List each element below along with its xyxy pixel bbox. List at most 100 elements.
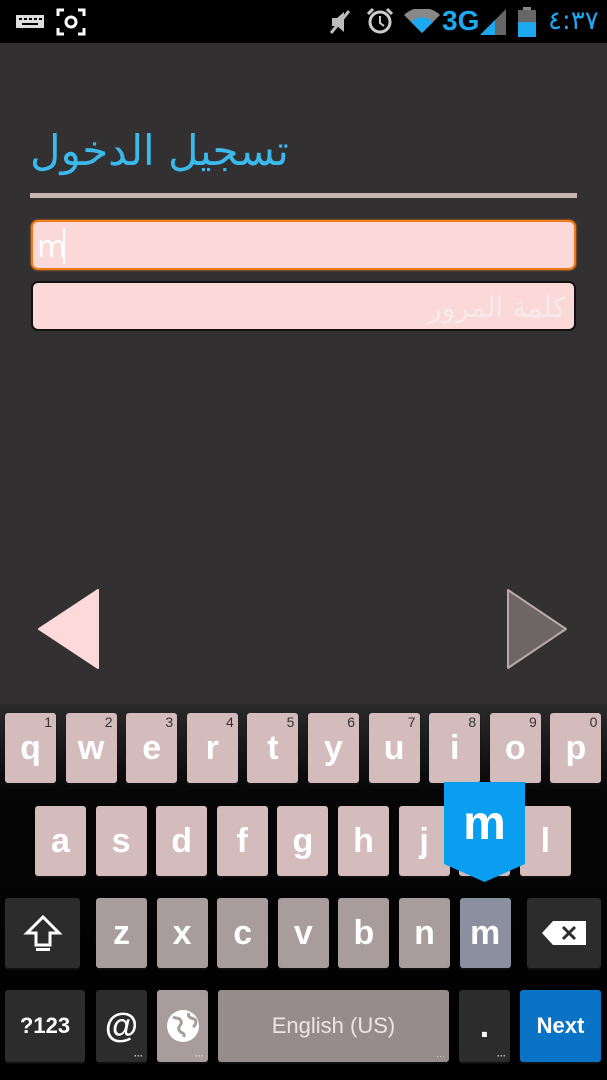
status-bar: 3G ٤:٣٧: [0, 0, 607, 43]
keyboard-icon: [16, 15, 44, 28]
key-label: ?123: [19, 1013, 71, 1038]
key-c[interactable]: c: [217, 898, 269, 968]
key-y[interactable]: y6: [308, 713, 359, 783]
symbols-key[interactable]: ?123: [5, 990, 85, 1062]
key-label: p: [565, 728, 587, 767]
key-f[interactable]: f: [216, 806, 268, 876]
key-l[interactable]: l: [519, 806, 571, 876]
key-h[interactable]: h: [338, 806, 389, 876]
key-label: x: [172, 913, 192, 952]
key-label: d: [171, 821, 193, 860]
clock: ٤:٣٧: [548, 6, 599, 36]
key-label: a: [51, 821, 70, 860]
key-e[interactable]: e3: [126, 713, 178, 783]
key-r[interactable]: r4: [186, 713, 238, 783]
key-q[interactable]: q1: [5, 713, 56, 783]
key-label: n: [414, 913, 435, 952]
key-label: o: [504, 728, 526, 767]
space-key[interactable]: English (US) ···: [218, 990, 449, 1062]
more-keys-indicator: ···: [134, 1051, 143, 1061]
key-a[interactable]: a: [35, 806, 86, 876]
key-t[interactable]: t5: [247, 713, 299, 783]
screenshot-icon: [56, 8, 86, 36]
arrow-right-icon[interactable]: [506, 588, 568, 670]
alarm-icon: [366, 7, 394, 34]
key-i[interactable]: i8: [429, 713, 481, 783]
key-label: q: [20, 728, 41, 767]
backspace-key[interactable]: [527, 898, 601, 968]
key-label: c: [233, 913, 253, 952]
period-key[interactable]: . ···: [459, 990, 510, 1062]
key-label: f: [236, 821, 248, 860]
backspace-icon: [542, 921, 586, 945]
key-label: r: [205, 728, 219, 767]
key-label: g: [292, 821, 314, 860]
key-label: e: [142, 728, 162, 767]
more-keys-indicator: ···: [195, 1051, 204, 1061]
battery-icon: [518, 7, 536, 37]
key-m[interactable]: m: [459, 898, 511, 968]
key-n[interactable]: n: [399, 898, 450, 968]
key-label: z: [113, 913, 130, 952]
key-hint: 7: [407, 714, 416, 730]
next-key[interactable]: Next: [520, 990, 601, 1062]
key-w[interactable]: w2: [65, 713, 117, 783]
key-hint: 1: [44, 714, 52, 730]
key-hint: 9: [529, 714, 537, 730]
key-label: English (US): [271, 1013, 396, 1038]
password-placeholder: كلمة المرور: [428, 291, 566, 324]
key-j[interactable]: j: [398, 806, 450, 876]
key-o[interactable]: o9: [489, 713, 541, 783]
key-label: i: [449, 728, 460, 767]
key-s[interactable]: s: [95, 806, 147, 876]
key-u[interactable]: u7: [368, 713, 420, 783]
key-label: u: [383, 728, 405, 767]
key-label: l: [540, 821, 551, 860]
more-keys-indicator: ···: [436, 1051, 445, 1061]
username-input[interactable]: m: [31, 220, 576, 270]
shift-key[interactable]: [5, 898, 80, 968]
text-caret: [63, 228, 65, 264]
page-title: تسجيل الدخول: [30, 126, 289, 175]
key-z[interactable]: z: [96, 898, 147, 968]
key-label: @: [104, 1006, 139, 1045]
username-value: m: [37, 230, 67, 265]
key-label: t: [267, 728, 279, 767]
language-key[interactable]: ···: [157, 990, 208, 1062]
key-label: .: [479, 1006, 490, 1045]
signal-icon: [480, 9, 506, 35]
key-v[interactable]: v: [277, 898, 329, 968]
key-hint: 3: [165, 714, 174, 730]
key-hint: 2: [104, 714, 113, 730]
key-label: y: [324, 728, 343, 767]
key-hint: 6: [347, 714, 355, 730]
password-input[interactable]: كلمة المرور: [31, 281, 576, 331]
key-hint: 0: [589, 714, 598, 730]
more-keys-indicator: ···: [497, 1051, 506, 1061]
key-preview-popup: m: [444, 782, 525, 882]
mute-icon: [329, 10, 351, 34]
key-label: b: [353, 913, 375, 952]
key-hint: 8: [468, 714, 477, 730]
key-label: v: [293, 913, 313, 952]
key-x[interactable]: x: [156, 898, 208, 968]
shift-icon: [22, 914, 63, 951]
wifi-icon: [404, 9, 440, 33]
key-label: w: [77, 728, 105, 767]
key-label: h: [353, 821, 374, 860]
key-label: m: [469, 913, 501, 952]
key-label: Next: [536, 1013, 585, 1038]
key-hint: 4: [226, 714, 234, 730]
key-label: j: [419, 821, 429, 860]
key-label: s: [111, 821, 131, 860]
key-d[interactable]: d: [156, 806, 208, 876]
key-hint: 5: [286, 714, 295, 730]
key-p[interactable]: p0: [550, 713, 602, 783]
at-key[interactable]: @ ···: [96, 990, 147, 1062]
arrow-left-icon[interactable]: [37, 588, 99, 670]
key-b[interactable]: b: [338, 898, 390, 968]
key-g[interactable]: g: [277, 806, 329, 876]
title-divider: [30, 193, 577, 198]
globe-icon: [166, 1010, 199, 1042]
network-type: 3G: [442, 5, 480, 36]
